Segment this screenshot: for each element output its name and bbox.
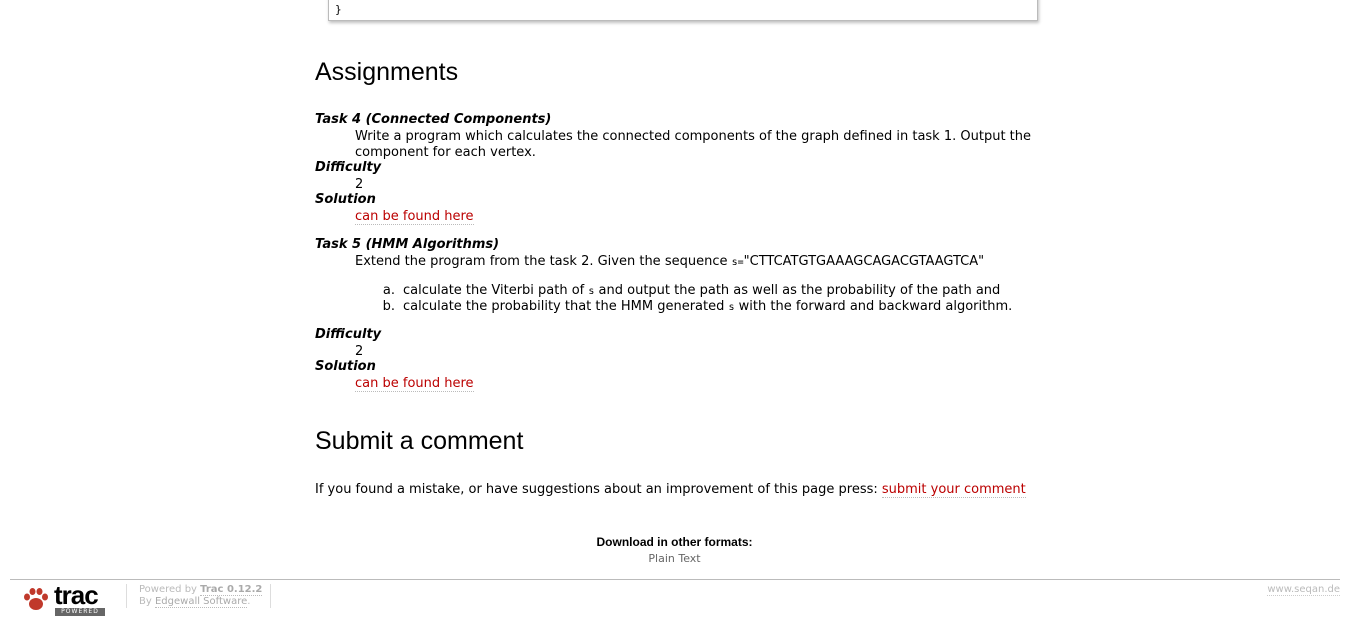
list-marker: a. — [382, 283, 395, 298]
task4-solution-label: Solution — [315, 192, 376, 207]
comment-paragraph: If you found a mistake, or have suggesti… — [315, 482, 1026, 498]
code-closing-brace: } — [335, 3, 342, 16]
task5-title: Task 5 (HMM Algorithms) — [315, 237, 500, 252]
footer: trac POWERED Powered by Trac 0.12.2 By E… — [10, 579, 1340, 620]
submit-comment-link[interactable]: submit your comment — [881, 482, 1026, 498]
by-text: By — [139, 596, 155, 607]
trac-logo[interactable]: trac POWERED — [22, 580, 122, 616]
list-item: b. calculate the probability that the HMM… — [373, 299, 1013, 316]
task4-difficulty-value: 2 — [355, 177, 364, 192]
paw-icon — [24, 588, 48, 610]
list-item-text: and output the path as well as the proba… — [594, 283, 1001, 298]
download-title: Download in other formats: — [596, 535, 753, 549]
trac-version: Trac 0.12.2 — [200, 584, 263, 595]
powered-by: Powered by Trac 0.12.2 By Edgewall Softw… — [126, 584, 272, 608]
period: . — [247, 596, 251, 607]
task5-sequence: "CTTCATGTGAAAGCAGACGTAAGTCA" — [743, 254, 985, 269]
assignments-heading: Assignments — [315, 58, 459, 86]
site-url: www.seqan.de — [1267, 584, 1340, 596]
list-item-text: with the forward and backward algorithm. — [734, 299, 1013, 314]
trac-logo-powered: POWERED — [55, 608, 105, 616]
task5-description: Extend the program from the task 2. Give… — [355, 254, 984, 271]
powered-by-text: Powered by — [139, 584, 201, 595]
task4-solution-link[interactable]: can be found here — [355, 209, 474, 225]
task4-title: Task 4 (Connected Components) — [315, 112, 552, 127]
task4-difficulty-label: Difficulty — [315, 160, 382, 175]
site-link[interactable]: www.seqan.de — [1267, 584, 1340, 596]
download-formats: Download in other formats: Plain Text — [0, 535, 1349, 565]
list-marker: b. — [382, 299, 395, 314]
trac-logo-text: trac — [54, 580, 99, 610]
task4-description-line2: component for each vertex. — [355, 145, 536, 160]
submit-comment-heading: Submit a comment — [315, 427, 524, 455]
comment-text: If you found a mistake, or have suggesti… — [315, 482, 882, 497]
task4-description: Write a program which calculates the con… — [355, 129, 1031, 161]
task5-description-text: Extend the program from the task 2. Give… — [355, 254, 732, 269]
list-item-text: calculate the probability that the HMM g… — [403, 299, 729, 314]
task4-description-line1: Write a program which calculates the con… — [355, 129, 1032, 144]
task5-sequence-var: s= — [731, 257, 744, 268]
plain-text-link[interactable]: Plain Text — [0, 552, 1349, 565]
task5-solution-link[interactable]: can be found here — [355, 376, 474, 392]
task5-difficulty-value: 2 — [355, 344, 364, 359]
task5-solution-label: Solution — [315, 359, 376, 374]
trac-version-link[interactable]: Trac 0.12.2 — [200, 584, 263, 596]
code-block: } — [328, 0, 1038, 21]
task5-difficulty-label: Difficulty — [315, 327, 382, 342]
list-item-text: calculate the Viterbi path of — [403, 283, 589, 298]
edgewall-link[interactable]: Edgewall Software — [154, 596, 248, 608]
list-item: a. calculate the Viterbi path of s and ou… — [373, 283, 1000, 300]
